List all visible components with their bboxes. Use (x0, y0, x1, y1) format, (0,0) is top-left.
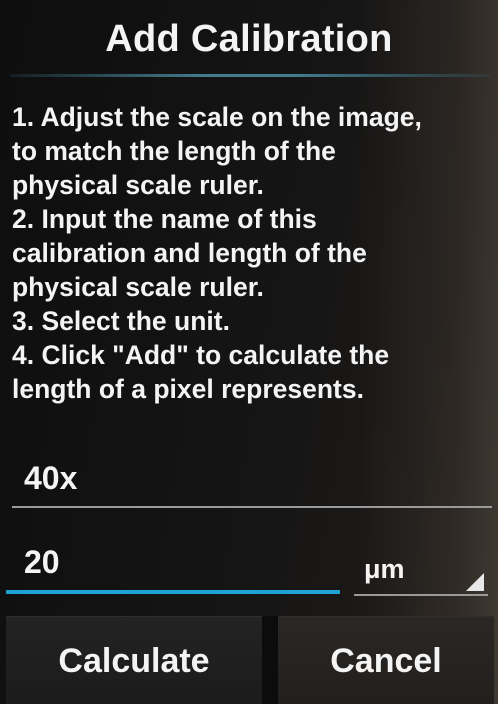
scale-length-field[interactable]: 20 (6, 538, 340, 594)
calibration-name-field[interactable]: 40x (12, 452, 492, 508)
instruction-line: 4. Click "Add" to calculate the (12, 340, 390, 370)
calibration-name-value[interactable]: 40x (24, 460, 77, 497)
instruction-line: 2. Input the name of this (12, 204, 317, 234)
unit-select[interactable]: μm (354, 540, 488, 596)
add-calibration-dialog: Add Calibration 1. Adjust the scale on t… (0, 0, 498, 704)
calculate-button[interactable]: Calculate (6, 616, 262, 704)
instruction-line: to match the length of the (12, 136, 336, 166)
dropdown-corner-icon[interactable] (466, 573, 484, 591)
dialog-title: Add Calibration (105, 18, 393, 60)
title-divider (10, 74, 490, 77)
select-underline (354, 594, 488, 596)
instruction-line: calibration and length of the (12, 238, 367, 268)
instruction-line: physical scale ruler. (12, 170, 264, 200)
instruction-line: 3. Select the unit. (12, 306, 230, 336)
scale-length-value[interactable]: 20 (24, 544, 60, 581)
instruction-line: physical scale ruler. (12, 272, 264, 302)
screen: Add Calibration 1. Adjust the scale on t… (0, 0, 498, 704)
cancel-button[interactable]: Cancel (278, 616, 494, 704)
instruction-line: 1. Adjust the scale on the image, (12, 102, 422, 132)
unit-select-value[interactable]: μm (364, 554, 405, 585)
instruction-line: length of a pixel represents. (12, 374, 364, 404)
field-underline (12, 506, 492, 508)
instructions-text: 1. Adjust the scale on the image, to mat… (12, 100, 488, 406)
button-divider (262, 616, 278, 704)
field-focus-underline (6, 590, 340, 594)
